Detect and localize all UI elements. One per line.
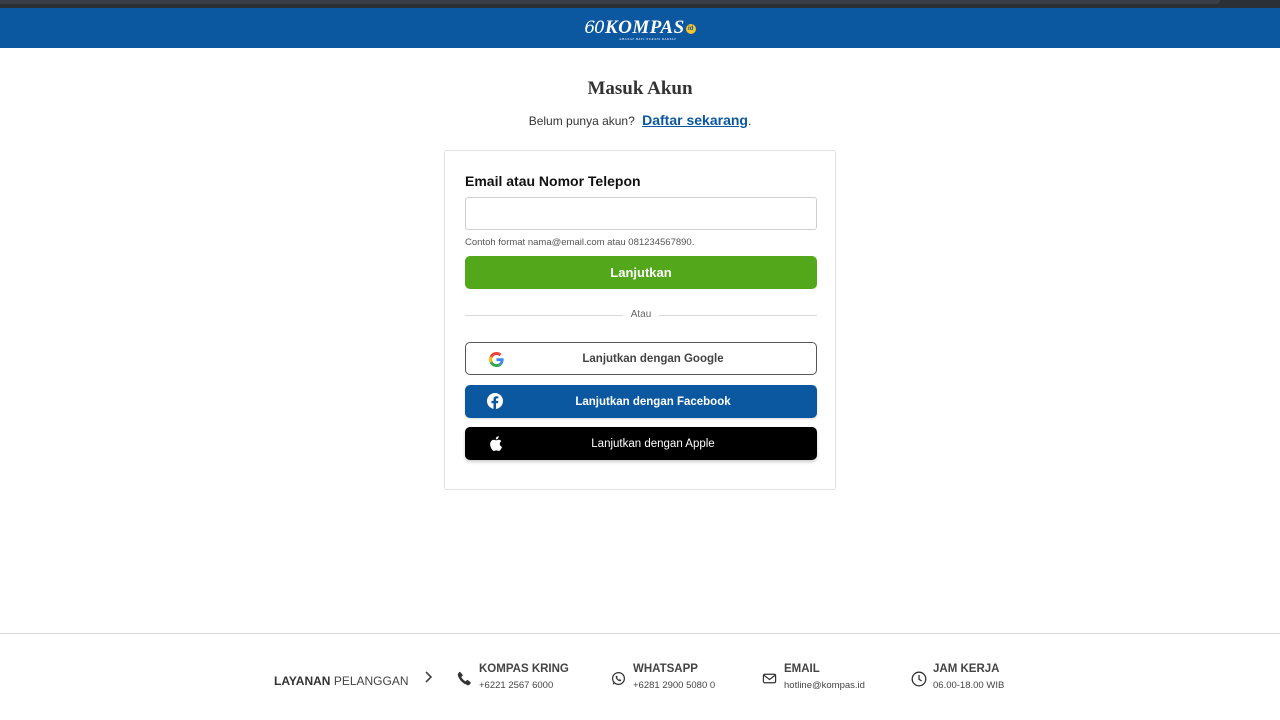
- apple-login-label: Lanjutkan dengan Apple: [591, 437, 715, 450]
- format-hint: Contoh format nama@email.com atau 081234…: [465, 237, 695, 248]
- login-card: Email atau Nomor Telepon Contoh format n…: [444, 150, 836, 490]
- google-login-label: Lanjutkan dengan Google: [582, 352, 724, 365]
- google-icon: [488, 351, 504, 367]
- phone-icon: [457, 671, 473, 687]
- logo-word: KOMPAS: [604, 17, 685, 38]
- footer-item-value: +6221 2567 6000: [479, 680, 554, 691]
- register-suffix: .: [747, 114, 752, 128]
- kompas-logo[interactable]: 60 KOMPAS AMANAT HATI NURANI RAKYAT id: [584, 17, 696, 41]
- customer-service-footer: LAYANAN PELANGGAN KOMPAS KRING +6221 256…: [0, 633, 1280, 720]
- chevron-right-icon[interactable]: [424, 670, 434, 687]
- footer-item-value: 06.00-18.00 WIB: [933, 680, 1005, 691]
- footer-item-value: hotline@kompas.id: [784, 680, 865, 691]
- facebook-login-label: Lanjutkan dengan Facebook: [575, 395, 731, 408]
- page-title: Masuk Akun: [587, 78, 693, 99]
- logo-sixty: 60: [584, 18, 605, 38]
- whatsapp-icon: [611, 671, 627, 687]
- email-phone-label: Email atau Nomor Telepon: [465, 173, 641, 189]
- customer-service-bold: LAYANAN: [274, 674, 331, 688]
- logo-id-badge: id: [685, 24, 696, 34]
- apple-icon: [487, 435, 503, 451]
- browser-top-strip: [0, 0, 1280, 8]
- footer-item-title: JAM KERJA: [933, 663, 1000, 675]
- logo-tagline: AMANAT HATI NURANI RAKYAT: [618, 37, 677, 41]
- logo-wordmark: KOMPAS AMANAT HATI NURANI RAKYAT: [604, 17, 685, 41]
- customer-service-heading: LAYANAN PELANGGAN: [274, 674, 409, 688]
- facebook-icon: [487, 393, 503, 409]
- register-link[interactable]: Daftar sekarang: [642, 112, 748, 128]
- divider-line-right: [659, 315, 817, 316]
- email-phone-input[interactable]: [465, 197, 817, 230]
- customer-service-rest: PELANGGAN: [333, 674, 409, 688]
- register-question: Belum punya akun?: [528, 114, 635, 128]
- facebook-login-button[interactable]: Lanjutkan dengan Facebook: [465, 385, 817, 418]
- footer-item-title: KOMPAS KRING: [479, 663, 569, 675]
- or-divider: Atau: [465, 309, 817, 323]
- apple-login-button[interactable]: Lanjutkan dengan Apple: [465, 427, 817, 460]
- footer-item-title: EMAIL: [784, 663, 820, 675]
- continue-button[interactable]: Lanjutkan: [465, 256, 817, 289]
- site-header: 60 KOMPAS AMANAT HATI NURANI RAKYAT id: [0, 8, 1280, 48]
- footer-item-title: WHATSAPP: [633, 663, 698, 675]
- footer-item-value: +6281 2900 5080 0: [633, 680, 716, 691]
- register-prompt: Belum punya akun? Daftar sekarang.: [0, 112, 1280, 128]
- clock-icon: [911, 671, 927, 687]
- mail-icon: [762, 671, 778, 687]
- google-login-button[interactable]: Lanjutkan dengan Google: [465, 342, 817, 375]
